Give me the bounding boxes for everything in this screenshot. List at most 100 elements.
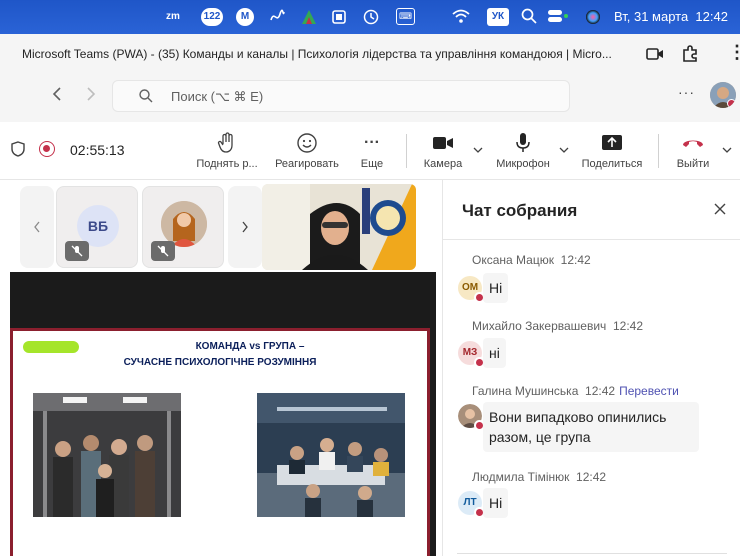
forward-arrow-icon[interactable]: [84, 86, 98, 107]
window-title: Microsoft Teams (PWA) - (35) Команды и к…: [22, 47, 612, 61]
more-options-icon[interactable]: ···: [678, 84, 695, 100]
message-author: Михайло Закервашевич: [472, 319, 607, 333]
react-button[interactable]: Реагировать: [270, 122, 344, 180]
message-time: 12:42: [560, 253, 591, 267]
wifi-icon[interactable]: [452, 8, 470, 26]
meeting-timer: 02:55:13: [70, 142, 125, 158]
camera-status-icon[interactable]: [646, 46, 664, 67]
slide-subtitle: СУЧАСНЕ ПСИХОЛОГІЧНЕ РОЗУМІННЯ: [123, 357, 317, 368]
microphone-button[interactable]: Микрофон: [490, 122, 556, 180]
camera-button[interactable]: Камера: [418, 122, 468, 180]
participants-strip: ВБ: [10, 180, 436, 272]
participant-tile[interactable]: ВБ: [56, 186, 138, 268]
strip-prev-button[interactable]: [20, 186, 54, 268]
camera-label: Камера: [423, 158, 463, 170]
participant-tile[interactable]: [142, 186, 224, 268]
nvidia-icon[interactable]: [300, 8, 318, 26]
close-icon[interactable]: [713, 202, 727, 221]
ellipsis-icon: ···: [364, 134, 380, 151]
history-icon[interactable]: [362, 8, 380, 26]
avatar[interactable]: ОМ: [458, 276, 485, 303]
more-label: Еще: [360, 158, 384, 170]
slide-image-office-team: [257, 393, 405, 517]
presenter-video[interactable]: [262, 184, 416, 270]
share-screen-icon: [576, 132, 648, 154]
compose-box-edge: [457, 553, 727, 554]
recording-icon: [39, 141, 55, 157]
message-author: Галина Мушинська: [472, 384, 579, 398]
keyboard-icon[interactable]: ⌨︎: [396, 8, 415, 25]
hang-up-icon: [668, 132, 718, 154]
status-dot: [727, 99, 736, 108]
message-text-line: Вони випадково опинились: [489, 409, 667, 425]
more-button[interactable]: ··· Еще: [352, 122, 392, 180]
slide-image-elevator: [33, 393, 181, 517]
scribble-icon[interactable]: [268, 8, 286, 26]
message-bubble[interactable]: Ні: [483, 488, 509, 518]
menubar-clock[interactable]: Вт, 31 марта 12:42: [614, 8, 728, 26]
toolbar-divider: [406, 134, 407, 168]
message-author: Оксана Мацюк: [472, 253, 554, 267]
input-source-icon[interactable]: УК: [487, 8, 509, 26]
window-titlebar: Microsoft Teams (PWA) - (35) Команды и к…: [0, 34, 740, 76]
message-author: Людмила Тімінюк: [472, 470, 570, 484]
message-bubble[interactable]: Ні: [483, 273, 509, 303]
presentation-slide: КОМАНДА vs ГРУПА – СУЧАСНЕ ПСИХОЛОГІЧНЕ …: [10, 328, 430, 556]
leave-label: Выйти: [676, 158, 710, 170]
message-meta: Людмила Тімінюк 12:42: [472, 470, 606, 484]
message-time: 12:42: [576, 470, 607, 484]
share-label: Поделиться: [581, 158, 643, 170]
shared-screen: КОМАНДА vs ГРУПА – СУЧАСНЕ ПСИХОЛОГІЧНЕ …: [10, 328, 436, 556]
microphone-chevron-down-icon[interactable]: [559, 142, 569, 153]
back-arrow-icon[interactable]: [50, 86, 64, 107]
message-time: 12:42: [585, 384, 616, 398]
strip-next-button[interactable]: [228, 186, 262, 268]
message-bubble[interactable]: Вони випадково опинились разом, це група: [483, 402, 699, 452]
meeting-chat-panel: Чат собрания Оксана Мацюк 12:42 ОМ Ні Ми…: [442, 180, 740, 556]
message-meta: Михайло Закервашевич 12:42: [472, 319, 643, 333]
messenger-icon[interactable]: M: [236, 8, 254, 26]
message-meta: Галина Мушинська 12:42 Перевести: [472, 384, 679, 398]
avatar[interactable]: [458, 404, 485, 431]
search-input[interactable]: Поиск (⌥ ⌘ E): [112, 80, 570, 112]
control-center-icon[interactable]: [547, 8, 569, 26]
message-meta: Оксана Мацюк 12:42: [472, 253, 591, 267]
search-icon: [139, 89, 153, 108]
react-label: Реагировать: [275, 158, 339, 170]
shield-icon[interactable]: [11, 141, 25, 162]
leave-chevron-down-icon[interactable]: [722, 142, 732, 153]
message-bubble[interactable]: ні: [483, 338, 506, 368]
notification-badge-icon[interactable]: 122: [201, 8, 223, 26]
chat-title: Чат собрания: [462, 201, 578, 220]
meeting-toolbar: 02:55:13 Поднять р... Реагировать ··· Ещ…: [0, 122, 740, 180]
browser-menu-icon[interactable]: ⋮: [728, 43, 740, 61]
video-camera-icon: [418, 132, 468, 154]
microphone-icon: [490, 132, 556, 154]
search-icon[interactable]: [521, 8, 537, 26]
shared-content-background: [10, 272, 436, 328]
teams-header: Поиск (⌥ ⌘ E) ···: [0, 76, 740, 122]
raise-hand-button[interactable]: Поднять р...: [192, 122, 262, 180]
translate-link[interactable]: Перевести: [619, 384, 679, 398]
toolbar-divider: [658, 134, 659, 168]
microphone-label: Микрофон: [496, 158, 550, 170]
macos-menubar: zm 122 M ⌨︎ УК Вт, 31 марта 12:42: [0, 0, 740, 34]
slide-title: КОМАНДА vs ГРУПА –: [195, 341, 305, 352]
avatar[interactable]: [710, 82, 736, 108]
share-button[interactable]: Поделиться: [576, 122, 648, 180]
message-time: 12:42: [612, 319, 643, 333]
chat-header: Чат собрания: [443, 180, 740, 240]
message-text-line: разом, це група: [489, 429, 591, 445]
avatar[interactable]: МЗ: [458, 341, 485, 368]
smile-icon: [270, 132, 344, 154]
zoom-icon[interactable]: zm: [166, 8, 180, 26]
siri-icon[interactable]: [584, 8, 602, 26]
mic-off-icon: [65, 241, 89, 261]
extensions-icon[interactable]: [680, 44, 700, 69]
pantone-icon[interactable]: [330, 8, 348, 26]
search-placeholder: Поиск (⌥ ⌘ E): [171, 89, 264, 104]
avatar[interactable]: ЛТ: [458, 491, 485, 518]
camera-chevron-down-icon[interactable]: [473, 142, 483, 153]
leave-button[interactable]: Выйти: [668, 122, 718, 180]
hand-icon: [192, 132, 262, 154]
